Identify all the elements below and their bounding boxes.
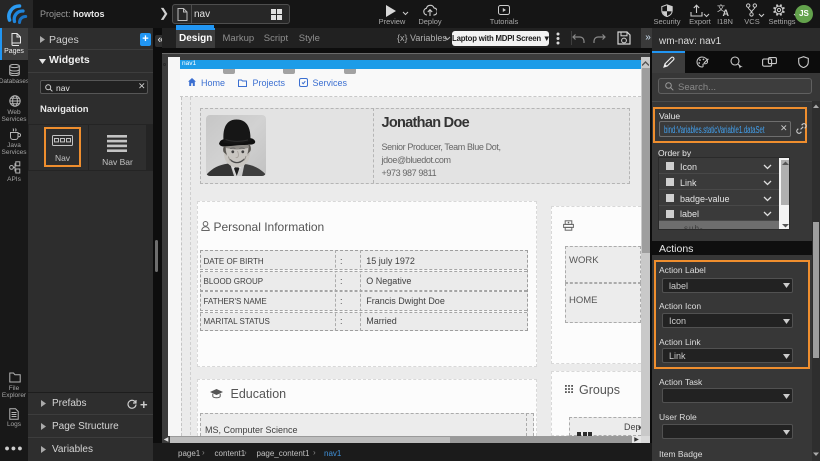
svg-text:A: A xyxy=(723,8,730,17)
